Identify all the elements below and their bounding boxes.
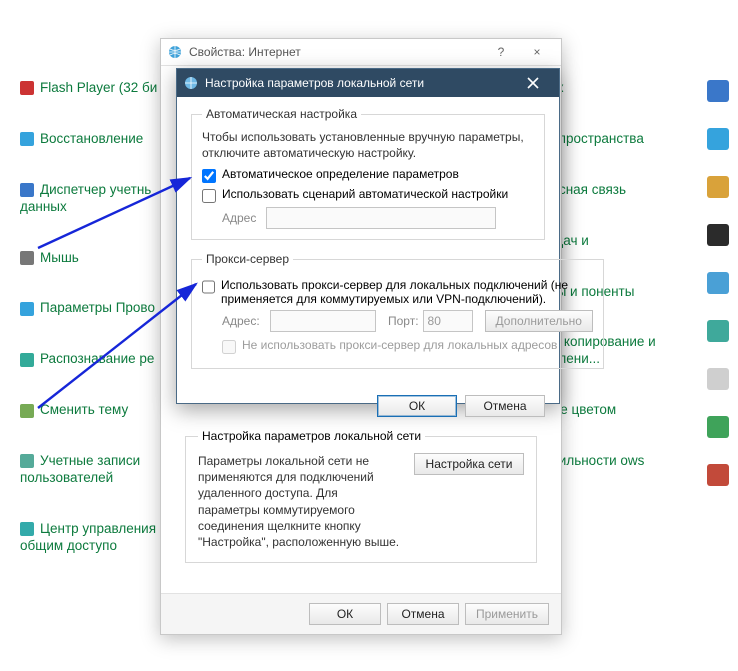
bg-icon (707, 368, 729, 390)
control-panel-item[interactable]: Flash Player (32 би (20, 80, 180, 97)
control-panel-item[interactable]: Распознавание ре (20, 351, 180, 368)
bg-icon (707, 272, 729, 294)
bypass-local-label: Не использовать прокси-сервер для локаль… (242, 338, 557, 352)
proxy-server-group: Прокси-сервер Использовать прокси-сервер… (191, 252, 604, 369)
internet-properties-footer: ОК Отмена Применить (161, 593, 561, 634)
control-panel-item-label: Распознавание ре (40, 351, 154, 366)
control-panel-item-icon (20, 353, 34, 367)
lan-settings-titlebar[interactable]: Настройка параметров локальной сети (177, 69, 559, 97)
internet-properties-titlebar[interactable]: Свойства: Интернет ? × (161, 39, 561, 66)
close-button[interactable]: × (519, 45, 555, 59)
use-proxy-row[interactable]: Использовать прокси-сервер для локальных… (202, 278, 593, 306)
internet-options-icon (167, 44, 183, 60)
control-panel-item-icon (20, 404, 34, 418)
auto-detect-row[interactable]: Автоматическое определение параметров (202, 167, 534, 183)
auto-detect-label: Автоматическое определение параметров (222, 167, 459, 181)
control-panel-item-label: Центр управления и общим доступо (20, 521, 167, 553)
bg-icon (707, 128, 729, 150)
lan-settings-dialog: Настройка параметров локальной сети Авто… (176, 68, 560, 404)
control-panel-item-icon (20, 183, 34, 197)
control-panel-item-icon (20, 132, 34, 146)
control-panel-item[interactable]: Сменить тему (20, 402, 180, 419)
control-panel-item[interactable]: Восстановление (20, 131, 180, 148)
control-panel-item-label: Диспетчер учетнь данных (20, 182, 151, 214)
advanced-button[interactable]: Дополнительно (485, 310, 593, 332)
control-panel-item-icon (20, 302, 34, 316)
lan-settings-group: Настройка параметров локальной сети Пара… (185, 429, 537, 563)
use-proxy-checkbox[interactable] (202, 280, 215, 294)
control-panel-item-icon (20, 522, 34, 536)
bg-icon (707, 464, 729, 486)
bypass-local-row[interactable]: Не использовать прокси-сервер для локаль… (222, 338, 593, 354)
bg-icon (707, 176, 729, 198)
control-panel-item-label: Сменить тему (40, 402, 128, 417)
bg-icon (707, 224, 729, 246)
control-panel-item[interactable]: Параметры Прово (20, 300, 180, 317)
automatic-configuration-legend: Автоматическая настройка (202, 107, 361, 121)
control-panel-item-label: Восстановление (40, 131, 143, 146)
ok-button[interactable]: ОК (309, 603, 381, 625)
use-script-label: Использовать сценарий автоматической нас… (222, 187, 508, 201)
control-panel-item[interactable]: Мышь (20, 250, 180, 267)
control-panel-item[interactable]: Диспетчер учетнь данных (20, 182, 180, 216)
lan-settings-title: Настройка параметров локальной сети (205, 76, 424, 90)
auto-detect-checkbox[interactable] (202, 169, 216, 183)
control-panel-item[interactable]: Учетные записи пользователей (20, 453, 180, 487)
cancel-button[interactable]: Отмена (465, 395, 545, 417)
lan-settings-button[interactable]: Настройка сети (414, 453, 524, 475)
script-address-input[interactable] (266, 207, 496, 229)
script-address-label: Адрес (222, 211, 266, 225)
proxy-address-input[interactable] (270, 310, 376, 332)
lan-settings-description: Параметры локальной сети не применяются … (198, 453, 402, 550)
proxy-server-legend: Прокси-сервер (202, 252, 293, 266)
internet-options-icon (183, 75, 199, 91)
control-panel-item-label: Параметры Прово (40, 300, 155, 315)
cancel-button[interactable]: Отмена (387, 603, 459, 625)
control-panel-item-label: Учетные записи пользователей (20, 453, 140, 485)
bypass-local-checkbox[interactable] (222, 340, 236, 354)
internet-properties-title: Свойства: Интернет (189, 45, 301, 59)
proxy-address-label: Адрес: (222, 314, 266, 328)
lan-settings-legend: Настройка параметров локальной сети (198, 429, 425, 443)
help-button[interactable]: ? (483, 45, 519, 59)
control-panel-item-icon (20, 251, 34, 265)
automatic-configuration-description: Чтобы использовать установленные вручную… (202, 129, 534, 161)
bg-icon (707, 416, 729, 438)
bg-icon (707, 80, 729, 102)
control-panel-item-icon (20, 454, 34, 468)
proxy-port-input[interactable] (423, 310, 473, 332)
bg-icon (707, 320, 729, 342)
control-panel-item-label: Flash Player (32 би (40, 80, 157, 95)
proxy-port-label: Порт: (388, 314, 419, 328)
control-panel-item-icon (20, 81, 34, 95)
use-script-row[interactable]: Использовать сценарий автоматической нас… (202, 187, 534, 203)
use-script-checkbox[interactable] (202, 189, 216, 203)
control-panel-item-label: Мышь (40, 250, 79, 265)
control-panel-item[interactable]: Центр управления и общим доступо (20, 521, 180, 555)
automatic-configuration-group: Автоматическая настройка Чтобы использов… (191, 107, 545, 240)
close-button[interactable] (513, 69, 553, 97)
use-proxy-label: Использовать прокси-сервер для локальных… (221, 278, 593, 306)
ok-button[interactable]: ОК (377, 395, 457, 417)
apply-button[interactable]: Применить (465, 603, 549, 625)
